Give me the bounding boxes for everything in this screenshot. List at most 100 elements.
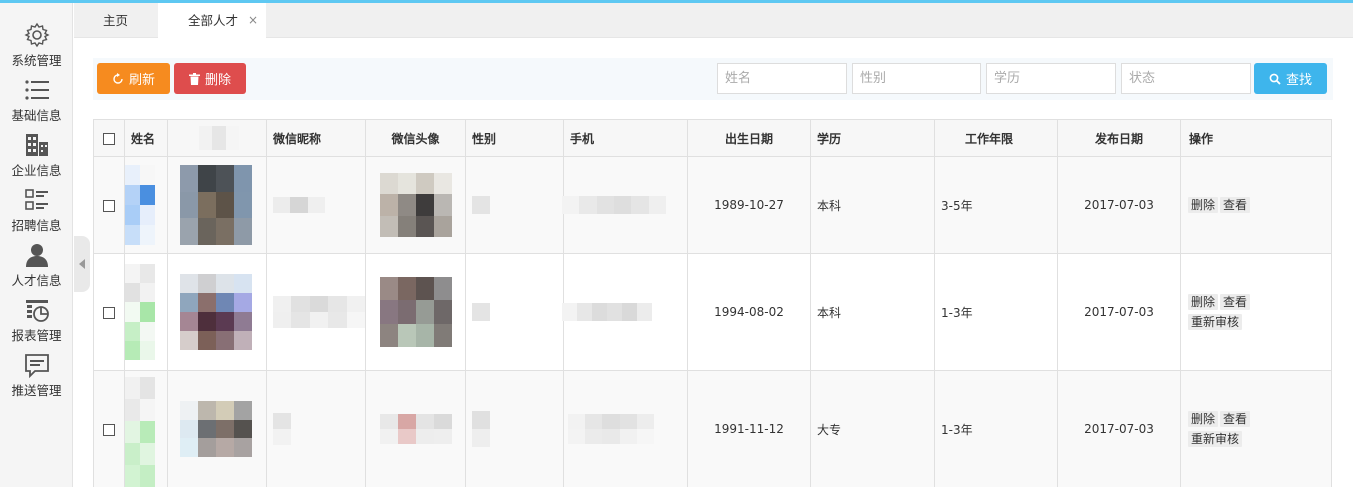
header-wechat-nick[interactable]: 微信昵称 bbox=[266, 119, 366, 157]
phone-cell bbox=[563, 370, 688, 487]
status-input[interactable] bbox=[1121, 63, 1251, 94]
ops-cell: 删除 查看 bbox=[1180, 156, 1332, 254]
sidebar-item-recruit[interactable]: 招聘信息 bbox=[0, 182, 73, 237]
blurred-nick bbox=[273, 197, 325, 213]
header-ops: 操作 bbox=[1180, 119, 1332, 157]
row-delete-button[interactable]: 删除 bbox=[1188, 411, 1219, 427]
sidebar-item-talent[interactable]: 人才信息 bbox=[0, 237, 73, 292]
header-publish[interactable]: 发布日期 bbox=[1057, 119, 1181, 157]
sidebar: 系统管理 基础信息 企业信息 招聘信息 人才信息 报表管理 推送管理 bbox=[0, 3, 73, 487]
row-checkbox[interactable] bbox=[103, 423, 115, 436]
tab-bar: 主页 全部人才 × bbox=[74, 3, 1353, 38]
name-input[interactable] bbox=[717, 63, 847, 94]
birth-cell: 1991-11-12 bbox=[687, 370, 811, 487]
ops-cell: 删除 查看重新审核 bbox=[1180, 253, 1332, 371]
header-photo bbox=[167, 119, 267, 157]
close-icon[interactable]: × bbox=[248, 3, 258, 38]
sidebar-item-system[interactable]: 系统管理 bbox=[0, 17, 73, 72]
photo-cell bbox=[167, 253, 267, 371]
select-all-cell bbox=[93, 119, 125, 157]
birth-cell: 1989-10-27 bbox=[687, 156, 811, 254]
tab-home[interactable]: 主页 bbox=[74, 3, 157, 38]
sidebar-item-label: 企业信息 bbox=[11, 163, 62, 178]
table-row[interactable]: 1994-08-02 本科 1-3年 2017-07-03 删除 查看 重新审核 bbox=[93, 253, 1332, 371]
header-birth[interactable]: 出生日期 bbox=[687, 119, 811, 157]
gender-input[interactable] bbox=[852, 63, 981, 94]
sidebar-item-company[interactable]: 企业信息 bbox=[0, 127, 73, 182]
education-input[interactable] bbox=[986, 63, 1116, 94]
experience-cell: 1-3年 bbox=[934, 370, 1058, 487]
trash-icon bbox=[188, 72, 200, 85]
user-icon bbox=[23, 241, 51, 269]
blurred-avatar bbox=[379, 277, 452, 347]
sidebar-item-basic[interactable]: 基础信息 bbox=[0, 72, 73, 127]
publish-cell: 2017-07-03 bbox=[1057, 156, 1181, 254]
experience-cell: 3-5年 bbox=[934, 156, 1058, 254]
search-button[interactable]: 查找 bbox=[1254, 63, 1327, 94]
education-cell: 本科 bbox=[810, 253, 935, 371]
table-row[interactable]: 1991-11-12 大专 1-3年 2017-07-03 删除 查看 重新审核 bbox=[93, 370, 1332, 487]
education-cell: 本科 bbox=[810, 156, 935, 254]
name-cell bbox=[124, 253, 168, 371]
wechat-nick-cell bbox=[266, 156, 366, 254]
row-checkbox[interactable] bbox=[103, 306, 115, 319]
row-view-button[interactable]: 查看 bbox=[1220, 197, 1251, 213]
publish-cell: 2017-07-03 bbox=[1057, 370, 1181, 487]
header-name[interactable]: 姓名 bbox=[124, 119, 168, 157]
sidebar-item-label: 系统管理 bbox=[11, 53, 62, 68]
ops-cell: 删除 查看重新审核 bbox=[1180, 370, 1332, 487]
blurred-nick bbox=[273, 413, 291, 445]
row-delete-button[interactable]: 删除 bbox=[1188, 197, 1219, 213]
tab-all-talent[interactable]: 全部人才 × bbox=[158, 3, 266, 38]
sidebar-item-label: 推送管理 bbox=[11, 383, 62, 398]
sidebar-item-push[interactable]: 推送管理 bbox=[0, 347, 73, 402]
row-review-button[interactable]: 重新审核 bbox=[1188, 314, 1243, 330]
birth-cell: 1994-08-02 bbox=[687, 253, 811, 371]
blurred-avatar bbox=[379, 414, 452, 444]
header-education[interactable]: 学历 bbox=[810, 119, 935, 157]
blurred-phone bbox=[568, 414, 654, 444]
table-row[interactable]: 1989-10-27 本科 3-5年 2017-07-03 删除 查看 bbox=[93, 156, 1332, 254]
publish-cell: 2017-07-03 bbox=[1057, 253, 1181, 371]
blurred-gender bbox=[472, 411, 490, 447]
header-experience[interactable]: 工作年限 bbox=[934, 119, 1058, 157]
wechat-nick-cell bbox=[266, 253, 366, 371]
table-header-row: 姓名 微信昵称 微信头像 性别 手机 出生日期 学历 工作年限 发布日期 操作 bbox=[93, 119, 1332, 157]
phone-cell bbox=[562, 253, 688, 371]
name-cell bbox=[124, 370, 168, 487]
refresh-label: 刷新 bbox=[128, 73, 155, 88]
toolbar: 刷新 删除 查找 bbox=[93, 58, 1333, 100]
refresh-button[interactable]: 刷新 bbox=[97, 63, 170, 94]
blurred-phone bbox=[562, 303, 652, 321]
blurred-header bbox=[199, 126, 239, 150]
blurred-phone bbox=[562, 196, 666, 214]
row-review-button[interactable]: 重新审核 bbox=[1188, 431, 1243, 447]
row-view-button[interactable]: 查看 bbox=[1220, 294, 1251, 310]
sidebar-item-label: 人才信息 bbox=[11, 273, 62, 288]
wechat-nick-cell bbox=[266, 370, 366, 487]
header-wechat-avatar[interactable]: 微信头像 bbox=[365, 119, 466, 157]
blurred-name bbox=[125, 377, 155, 487]
header-phone[interactable]: 手机 bbox=[563, 119, 688, 157]
grid-list-icon bbox=[23, 186, 51, 214]
header-gender[interactable]: 性别 bbox=[465, 119, 564, 157]
wechat-avatar-cell bbox=[365, 156, 466, 254]
photo-cell bbox=[167, 370, 267, 487]
search-label: 查找 bbox=[1285, 73, 1312, 88]
gender-cell bbox=[465, 156, 564, 254]
chevron-left-icon bbox=[79, 259, 85, 269]
building-icon bbox=[23, 131, 51, 159]
talent-table: 姓名 微信昵称 微信头像 性别 手机 出生日期 学历 工作年限 发布日期 操作 … bbox=[93, 119, 1332, 487]
row-checkbox[interactable] bbox=[103, 199, 115, 212]
blurred-name bbox=[125, 165, 155, 245]
sidebar-item-label: 报表管理 bbox=[11, 328, 62, 343]
delete-button[interactable]: 删除 bbox=[174, 63, 246, 94]
sidebar-item-report[interactable]: 报表管理 bbox=[0, 292, 73, 347]
blurred-avatar bbox=[379, 173, 452, 237]
row-view-button[interactable]: 查看 bbox=[1220, 411, 1251, 427]
gender-cell bbox=[465, 370, 564, 487]
select-all-checkbox[interactable] bbox=[103, 132, 115, 145]
sidebar-collapse-handle[interactable] bbox=[74, 236, 90, 292]
gear-icon bbox=[23, 21, 51, 49]
row-delete-button[interactable]: 删除 bbox=[1188, 294, 1219, 310]
